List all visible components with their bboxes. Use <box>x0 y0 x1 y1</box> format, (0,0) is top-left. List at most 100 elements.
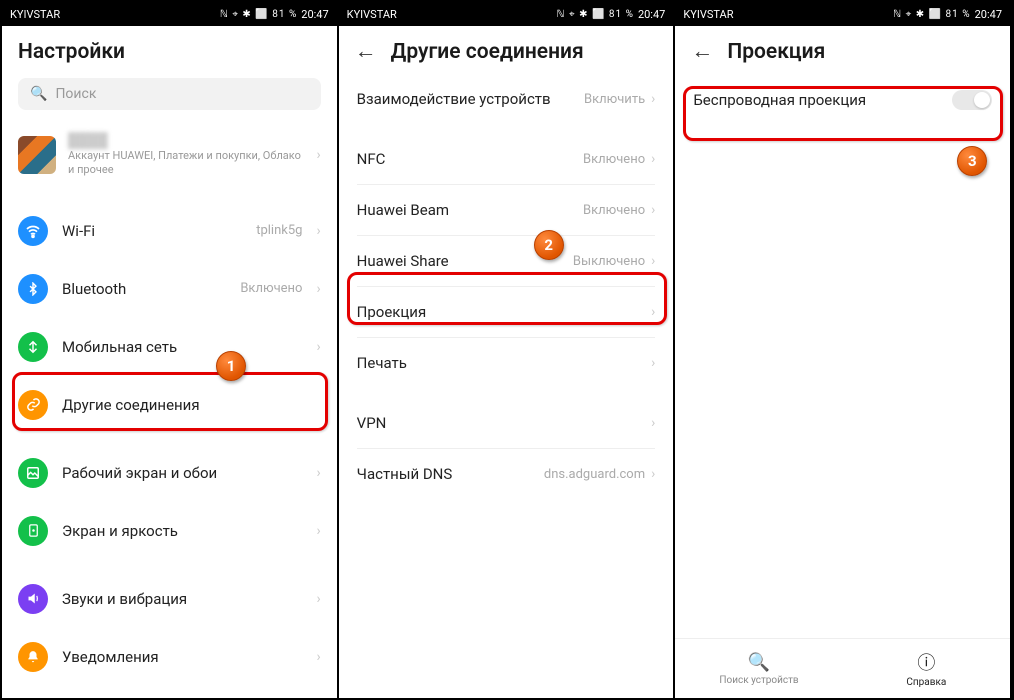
page-title: Проекция <box>727 40 825 64</box>
brightness-icon <box>18 516 48 546</box>
search-input[interactable]: 🔍 Поиск <box>18 78 321 110</box>
status-time: 20:47 <box>638 8 665 21</box>
chevron-right-icon: › <box>651 91 655 107</box>
bluetooth-icon <box>18 274 48 304</box>
account-text: ████ Аккаунт HUAWEI, Платежи и покупки, … <box>68 132 304 178</box>
row-label: Huawei Beam <box>357 201 583 219</box>
bottom-nav: 🔍 Поиск устройств ⓘ Справка <box>675 638 1010 698</box>
row-other-connections[interactable]: Другие соединения <box>2 376 337 434</box>
mobile-network-icon <box>18 332 48 362</box>
row-huawei-beam[interactable]: Huawei Beam Включено › <box>339 185 674 235</box>
row-value: Включить <box>584 92 645 107</box>
nav-help[interactable]: ⓘ Справка <box>843 639 1010 698</box>
row-value: Включено <box>240 281 302 296</box>
status-bar: KYIVSTAR ℕ ⌖ ✱ ⬜ 81 % 20:47 <box>675 2 1010 26</box>
row-label: Проекция <box>357 303 651 321</box>
row-label: Уведомления <box>62 648 302 666</box>
row-label: Экран и яркость <box>62 522 302 540</box>
row-label: Bluetooth <box>62 280 226 298</box>
chevron-right-icon: › <box>316 281 320 297</box>
row-label: Рабочий экран и обои <box>62 464 302 482</box>
row-label: VPN <box>357 414 651 432</box>
row-sound[interactable]: Звуки и вибрация › <box>2 570 337 628</box>
row-wallpaper[interactable]: Рабочий экран и обои › <box>2 444 337 502</box>
header: ← Другие соединения <box>339 26 674 74</box>
row-value: Выключено <box>573 254 645 269</box>
search-icon: 🔍 <box>30 86 47 102</box>
row-wireless-projection[interactable]: Беспроводная проекция <box>675 74 1010 126</box>
step-badge-3: 3 <box>957 146 987 176</box>
row-huawei-share[interactable]: Huawei Share Выключено › <box>339 236 674 286</box>
row-wifi[interactable]: Wi-Fi tplink5g › <box>2 202 337 260</box>
status-time: 20:47 <box>975 8 1002 21</box>
status-icons: ℕ ⌖ ✱ ⬜ 81 % <box>893 9 970 20</box>
wireless-projection-toggle[interactable] <box>952 90 992 110</box>
chevron-right-icon: › <box>316 523 320 539</box>
chevron-right-icon: › <box>316 223 320 239</box>
row-projection[interactable]: Проекция › <box>339 287 674 337</box>
back-arrow-icon[interactable]: ← <box>691 41 713 63</box>
row-mobile[interactable]: Мобильная сеть › <box>2 318 337 376</box>
search-placeholder: Поиск <box>55 86 96 102</box>
status-right: ℕ ⌖ ✱ ⬜ 81 % 20:47 <box>557 8 666 21</box>
sound-icon <box>18 584 48 614</box>
status-icons: ℕ ⌖ ✱ ⬜ 81 % <box>220 9 297 20</box>
chevron-right-icon: › <box>651 355 655 371</box>
row-label: NFC <box>357 150 583 168</box>
row-print[interactable]: Печать › <box>339 338 674 388</box>
row-label: Huawei Share <box>357 252 573 270</box>
chevron-right-icon: › <box>651 202 655 218</box>
row-label: Мобильная сеть <box>62 338 302 356</box>
nav-label: Поиск устройств <box>719 675 798 686</box>
carrier-label: KYIVSTAR <box>10 8 60 21</box>
wifi-icon <box>18 216 48 246</box>
nav-label: Справка <box>906 677 946 688</box>
row-multi-device[interactable]: Взаимодействие устройств Включить › <box>339 74 674 124</box>
row-label: Частный DNS <box>357 465 544 483</box>
header: Настройки <box>2 26 337 74</box>
nav-search-devices[interactable]: 🔍 Поиск устройств <box>675 639 842 698</box>
link-icon <box>18 390 48 420</box>
status-right: ℕ ⌖ ✱ ⬜ 81 % 20:47 <box>893 8 1002 21</box>
chevron-right-icon: › <box>316 591 320 607</box>
row-value: dns.adguard.com <box>544 467 645 482</box>
bell-icon <box>18 642 48 672</box>
phone-3: KYIVSTAR ℕ ⌖ ✱ ⬜ 81 % 20:47 ← Проекция Б… <box>675 2 1012 698</box>
phone-2: KYIVSTAR ℕ ⌖ ✱ ⬜ 81 % 20:47 ← Другие сое… <box>339 2 676 698</box>
chevron-right-icon: › <box>651 415 655 431</box>
status-bar: KYIVSTAR ℕ ⌖ ✱ ⬜ 81 % 20:47 <box>2 2 337 26</box>
chevron-right-icon: › <box>651 466 655 482</box>
row-vpn[interactable]: VPN › <box>339 398 674 448</box>
settings-list: Wi-Fi tplink5g › Bluetooth Включено › Мо… <box>2 202 337 686</box>
row-value: Включено <box>583 203 645 218</box>
chevron-right-icon: › <box>651 304 655 320</box>
row-label: Другие соединения <box>62 396 321 414</box>
row-display[interactable]: Экран и яркость › <box>2 502 337 560</box>
row-label: Печать <box>357 354 651 372</box>
chevron-right-icon: › <box>316 147 320 163</box>
phone-1: KYIVSTAR ℕ ⌖ ✱ ⬜ 81 % 20:47 Настройки 🔍 … <box>2 2 339 698</box>
carrier-label: KYIVSTAR <box>347 8 397 21</box>
chevron-right-icon: › <box>316 339 320 355</box>
chevron-right-icon: › <box>316 649 320 665</box>
info-icon: ⓘ <box>917 649 935 675</box>
status-time: 20:47 <box>301 8 328 21</box>
row-label: Беспроводная проекция <box>693 91 952 109</box>
account-sub: Аккаунт HUAWEI, Платежи и покупки, Облак… <box>68 149 304 178</box>
row-private-dns[interactable]: Частный DNS dns.adguard.com › <box>339 449 674 499</box>
account-row[interactable]: ████ Аккаунт HUAWEI, Платежи и покупки, … <box>2 122 337 192</box>
row-value: tplink5g <box>256 223 302 238</box>
row-label: Звуки и вибрация <box>62 590 302 608</box>
row-notifications[interactable]: Уведомления › <box>2 628 337 686</box>
status-right: ℕ ⌖ ✱ ⬜ 81 % 20:47 <box>220 8 329 21</box>
chevron-right-icon: › <box>316 465 320 481</box>
back-arrow-icon[interactable]: ← <box>355 41 377 63</box>
row-value: Включено <box>583 152 645 167</box>
row-bluetooth[interactable]: Bluetooth Включено › <box>2 260 337 318</box>
carrier-label: KYIVSTAR <box>683 8 733 21</box>
wallpaper-icon <box>18 458 48 488</box>
page-title: Другие соединения <box>391 40 584 64</box>
avatar <box>18 136 56 174</box>
row-nfc[interactable]: NFC Включено › <box>339 134 674 184</box>
account-name: ████ <box>68 132 304 149</box>
